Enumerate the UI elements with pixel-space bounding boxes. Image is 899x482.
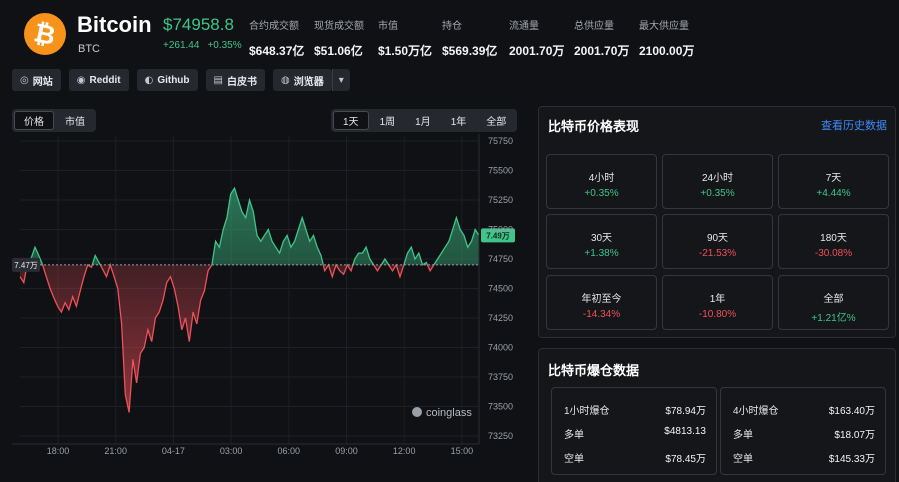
y-tick-label: 74000 [488, 343, 513, 353]
liq-4h-short: $145.33万 [828, 454, 875, 465]
y-tick-label: 75000 [488, 225, 513, 235]
baseline-label: 7.47万 [14, 261, 38, 270]
performance-period: 90天 [706, 233, 729, 244]
liq-1h-long-label: 多单 [564, 430, 584, 441]
stat-open-interest: 持仓 $569.39亿 [442, 21, 498, 58]
performance-value: -14.34% [582, 309, 621, 320]
price-chart-panel: 价格 市值 1天 1周 1月 1年 全部 7.47万 7.49万 75750 755… [12, 106, 528, 482]
explorer-dropdown-button[interactable]: ▾ [331, 69, 350, 91]
liq-4h-title: 4小时爆仓 [733, 406, 779, 417]
github-button[interactable]: ◐ Github [136, 69, 198, 91]
stat-total-supply: 总供应量 2001.70万 [574, 21, 630, 58]
website-button[interactable]: ◎ 网站 [12, 69, 61, 91]
github-icon: ◐ [144, 74, 154, 86]
performance-panel: 比特币价格表现 查看历史数据 4小时 +0.35% 24小时 +0.35% 7天 +4.4… [538, 106, 896, 338]
performance-value: +4.44% [816, 188, 851, 199]
y-tick-label: 75250 [488, 195, 513, 205]
reddit-button[interactable]: ◉ Reddit [68, 69, 129, 91]
stat-circulating-supply: 流通量 2001.70万 [509, 21, 565, 58]
performance-cell: 180天 -30.08% [778, 214, 889, 269]
performance-period: 24小时 [701, 173, 734, 184]
watermark: coinglass [412, 407, 472, 419]
liquidation-title: 比特币爆仓数据 [548, 363, 640, 378]
performance-period: 7天 [825, 173, 842, 184]
whitepaper-button[interactable]: ▤ 白皮书 [205, 69, 265, 91]
x-tick-label: 12:00 [393, 446, 416, 456]
coin-price: $74958.8 [163, 15, 234, 34]
y-tick-label: 73500 [488, 402, 513, 412]
price-change-abs: +261.44 [163, 40, 200, 51]
bitcoin-logo-icon: ₿ [24, 13, 66, 55]
stat-spot-volume: 现货成交额 $51.06亿 [314, 21, 364, 58]
liq-1h-title: 1小时爆仓 [564, 406, 610, 417]
y-tick-label: 75500 [488, 166, 513, 176]
x-tick-label: 15:00 [451, 446, 474, 456]
liquidation-1h-box: 1小时爆仓 $78.94万 多单 $4813.13 空单 $78.45万 [551, 387, 717, 475]
performance-title: 比特币价格表现 [548, 119, 640, 134]
y-tick-label: 74250 [488, 313, 513, 323]
watermark-text: coinglass [426, 407, 472, 419]
performance-cell: 90天 -21.53% [662, 214, 773, 269]
chevron-down-icon: ▾ [338, 74, 344, 86]
stat-contract-volume: 合约成交额 $648.37亿 [249, 21, 305, 58]
x-tick-label: 03:00 [220, 446, 243, 456]
x-tick-label: 09:00 [335, 446, 358, 456]
stat-market-cap: 市值 $1.50万亿 [378, 21, 433, 58]
y-tick-label: 73750 [488, 372, 513, 382]
performance-value: +0.35% [700, 188, 735, 199]
liq-4h-long: $18.07万 [834, 430, 875, 441]
performance-value: -30.08% [814, 248, 853, 259]
performance-period: 4小时 [588, 173, 615, 184]
history-data-link[interactable]: 查看历史数据 [821, 117, 887, 133]
performance-period: 1年 [709, 294, 726, 305]
globe-icon: ◎ [20, 74, 29, 86]
document-icon: ▤ [213, 74, 223, 86]
liq-4h-long-label: 多单 [733, 430, 753, 441]
coinglass-logo-icon [412, 407, 422, 417]
reddit-icon: ◉ [76, 74, 86, 86]
price-change: +261.44 +0.35% [163, 40, 242, 51]
performance-value: +0.35% [584, 188, 619, 199]
performance-value: -10.80% [698, 309, 737, 320]
explorer-icon: ◍ [280, 74, 290, 86]
y-tick-label: 73250 [488, 431, 513, 441]
performance-cell: 1年 -10.80% [662, 275, 773, 330]
link-bar: ◎ 网站 ◉ Reddit ◐ Github ▤ 白皮书 ◍ 浏览器 ▾ [12, 69, 350, 91]
stat-max-supply: 最大供应量 2100.00万 [639, 21, 695, 58]
y-tick-label: 74750 [488, 254, 513, 264]
coin-name: Bitcoin [77, 12, 152, 37]
y-tick-label: 75750 [488, 136, 513, 146]
performance-period: 30天 [590, 233, 613, 244]
performance-cell: 全部 +1.21亿% [778, 275, 889, 330]
price-change-pct: +0.35% [207, 40, 242, 51]
explorer-button[interactable]: ◍ 浏览器 [272, 69, 332, 91]
liq-1h-long: $4813.13 [664, 426, 706, 437]
performance-value: -21.53% [698, 248, 737, 259]
liquidation-4h-box: 4小时爆仓 $163.40万 多单 $18.07万 空单 $145.33万 [720, 387, 886, 475]
x-tick-label: 21:00 [104, 446, 127, 456]
coin-symbol: BTC [78, 43, 100, 55]
y-tick-label: 74500 [488, 284, 513, 294]
performance-cell: 年初至今 -14.34% [546, 275, 657, 330]
performance-cell: 30天 +1.38% [546, 214, 657, 269]
performance-value: +1.38% [584, 248, 619, 259]
liq-4h-total: $163.40万 [828, 406, 875, 417]
area-fill-above [27, 188, 479, 265]
performance-cell: 4小时 +0.35% [546, 154, 657, 209]
x-tick-label: 06:00 [278, 446, 301, 456]
liq-1h-total: $78.94万 [665, 406, 706, 417]
liquidation-panel: 比特币爆仓数据 1小时爆仓 $78.94万 多单 $4813.13 空单 $78.45… [538, 348, 896, 482]
x-tick-label: 18:00 [47, 446, 70, 456]
performance-cell: 7天 +4.44% [778, 154, 889, 209]
liq-1h-short-label: 空单 [564, 454, 584, 465]
liq-4h-short-label: 空单 [733, 454, 753, 465]
performance-period: 全部 [823, 294, 844, 305]
performance-cell: 24小时 +0.35% [662, 154, 773, 209]
x-tick-label: 04-17 [162, 446, 185, 456]
price-chart[interactable]: 7.47万7.49万 75750755007525075000747507450… [12, 106, 528, 482]
performance-period: 180天 [820, 233, 847, 244]
performance-period: 年初至今 [581, 294, 622, 305]
performance-value: +1.21亿% [811, 313, 856, 324]
liq-1h-short: $78.45万 [665, 454, 706, 465]
